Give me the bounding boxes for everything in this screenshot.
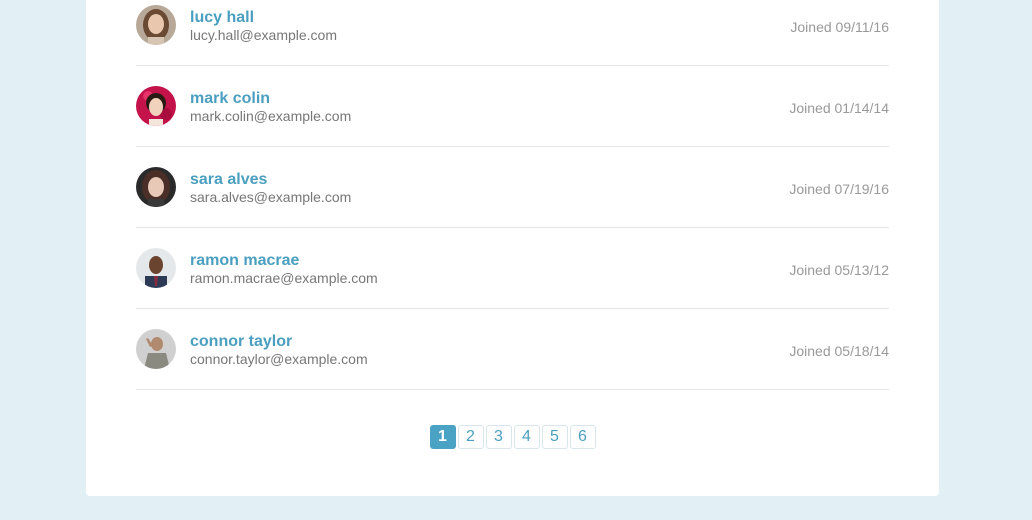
avatar[interactable] — [136, 167, 176, 207]
list-item: ramon macrae ramon.macrae@example.com Jo… — [136, 228, 889, 309]
user-photo-icon — [136, 248, 176, 288]
user-name-link[interactable]: connor taylor — [190, 332, 368, 351]
user-list: lucy hall lucy.hall@example.com Joined 0… — [136, 0, 889, 390]
user-info: connor taylor connor.taylor@example.com — [190, 332, 368, 368]
user-photo-icon — [136, 5, 176, 45]
page-button-6[interactable]: 6 — [569, 425, 596, 449]
user-info: mark colin mark.colin@example.com — [190, 89, 351, 125]
joined-date: Joined 09/11/16 — [790, 19, 889, 35]
joined-date: Joined 07/19/16 — [789, 181, 889, 197]
user-email: ramon.macrae@example.com — [190, 270, 378, 286]
avatar[interactable] — [136, 5, 176, 45]
user-name-link[interactable]: ramon macrae — [190, 251, 378, 270]
user-info: lucy hall lucy.hall@example.com — [190, 8, 337, 44]
page-button-2[interactable]: 2 — [457, 425, 484, 449]
user-list-card: lucy hall lucy.hall@example.com Joined 0… — [86, 0, 939, 496]
user-photo-icon — [136, 329, 176, 369]
avatar[interactable] — [136, 248, 176, 288]
user-info: sara alves sara.alves@example.com — [190, 170, 351, 206]
page-button-1[interactable]: 1 — [429, 425, 456, 449]
user-email: connor.taylor@example.com — [190, 351, 368, 367]
user-info: ramon macrae ramon.macrae@example.com — [190, 251, 378, 287]
user-name-link[interactable]: lucy hall — [190, 8, 337, 27]
page-button-5[interactable]: 5 — [541, 425, 568, 449]
joined-date: Joined 01/14/14 — [789, 100, 889, 116]
page-button-3[interactable]: 3 — [485, 425, 512, 449]
joined-date: Joined 05/13/12 — [789, 262, 889, 278]
user-photo-icon — [136, 86, 176, 126]
avatar[interactable] — [136, 329, 176, 369]
list-item: mark colin mark.colin@example.com Joined… — [136, 66, 889, 147]
joined-date: Joined 05/18/14 — [789, 343, 889, 359]
user-email: mark.colin@example.com — [190, 108, 352, 124]
avatar[interactable] — [136, 86, 176, 126]
page-button-4[interactable]: 4 — [513, 425, 540, 449]
user-name-link[interactable]: sara alves — [190, 170, 351, 189]
list-item: connor taylor connor.taylor@example.com … — [136, 309, 889, 390]
user-name-link[interactable]: mark colin — [190, 89, 351, 108]
list-item: lucy hall lucy.hall@example.com Joined 0… — [136, 0, 889, 66]
list-item: sara alves sara.alves@example.com Joined… — [136, 147, 889, 228]
user-photo-icon — [136, 167, 176, 207]
user-email: sara.alves@example.com — [190, 189, 352, 205]
user-email: lucy.hall@example.com — [190, 27, 338, 43]
pagination: 1 2 3 4 5 6 — [86, 425, 939, 449]
